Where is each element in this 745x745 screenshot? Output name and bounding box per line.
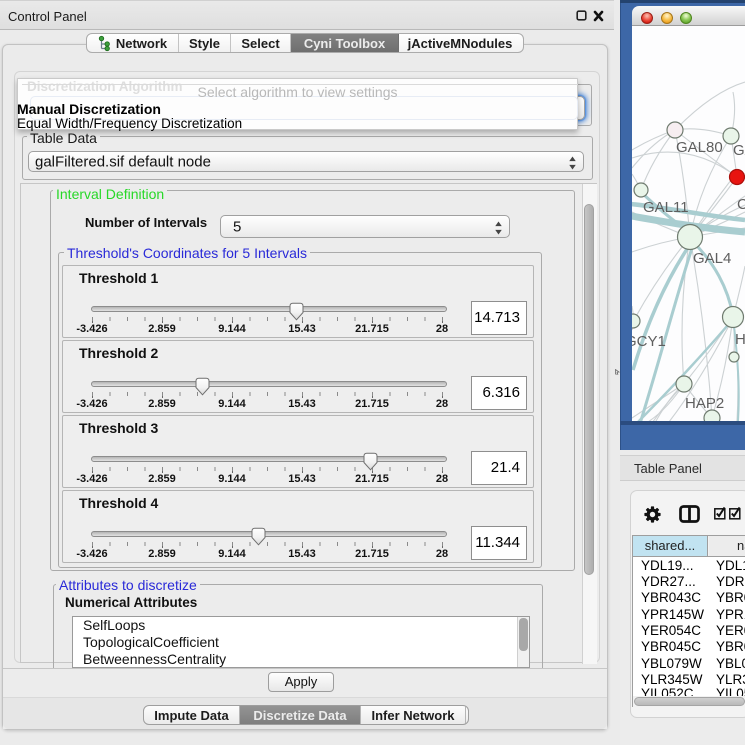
svg-text:GAL11: GAL11	[643, 199, 689, 216]
svg-text:HAP2: HAP2	[685, 395, 724, 412]
svg-text:GAL4: GAL4	[693, 250, 731, 267]
svg-text:GAL80: GAL80	[676, 139, 723, 156]
svg-text:C: C	[737, 196, 745, 213]
svg-text:H: H	[735, 331, 745, 348]
svg-text:GA: GA	[733, 142, 745, 159]
svg-text:GCY1: GCY1	[632, 333, 666, 350]
